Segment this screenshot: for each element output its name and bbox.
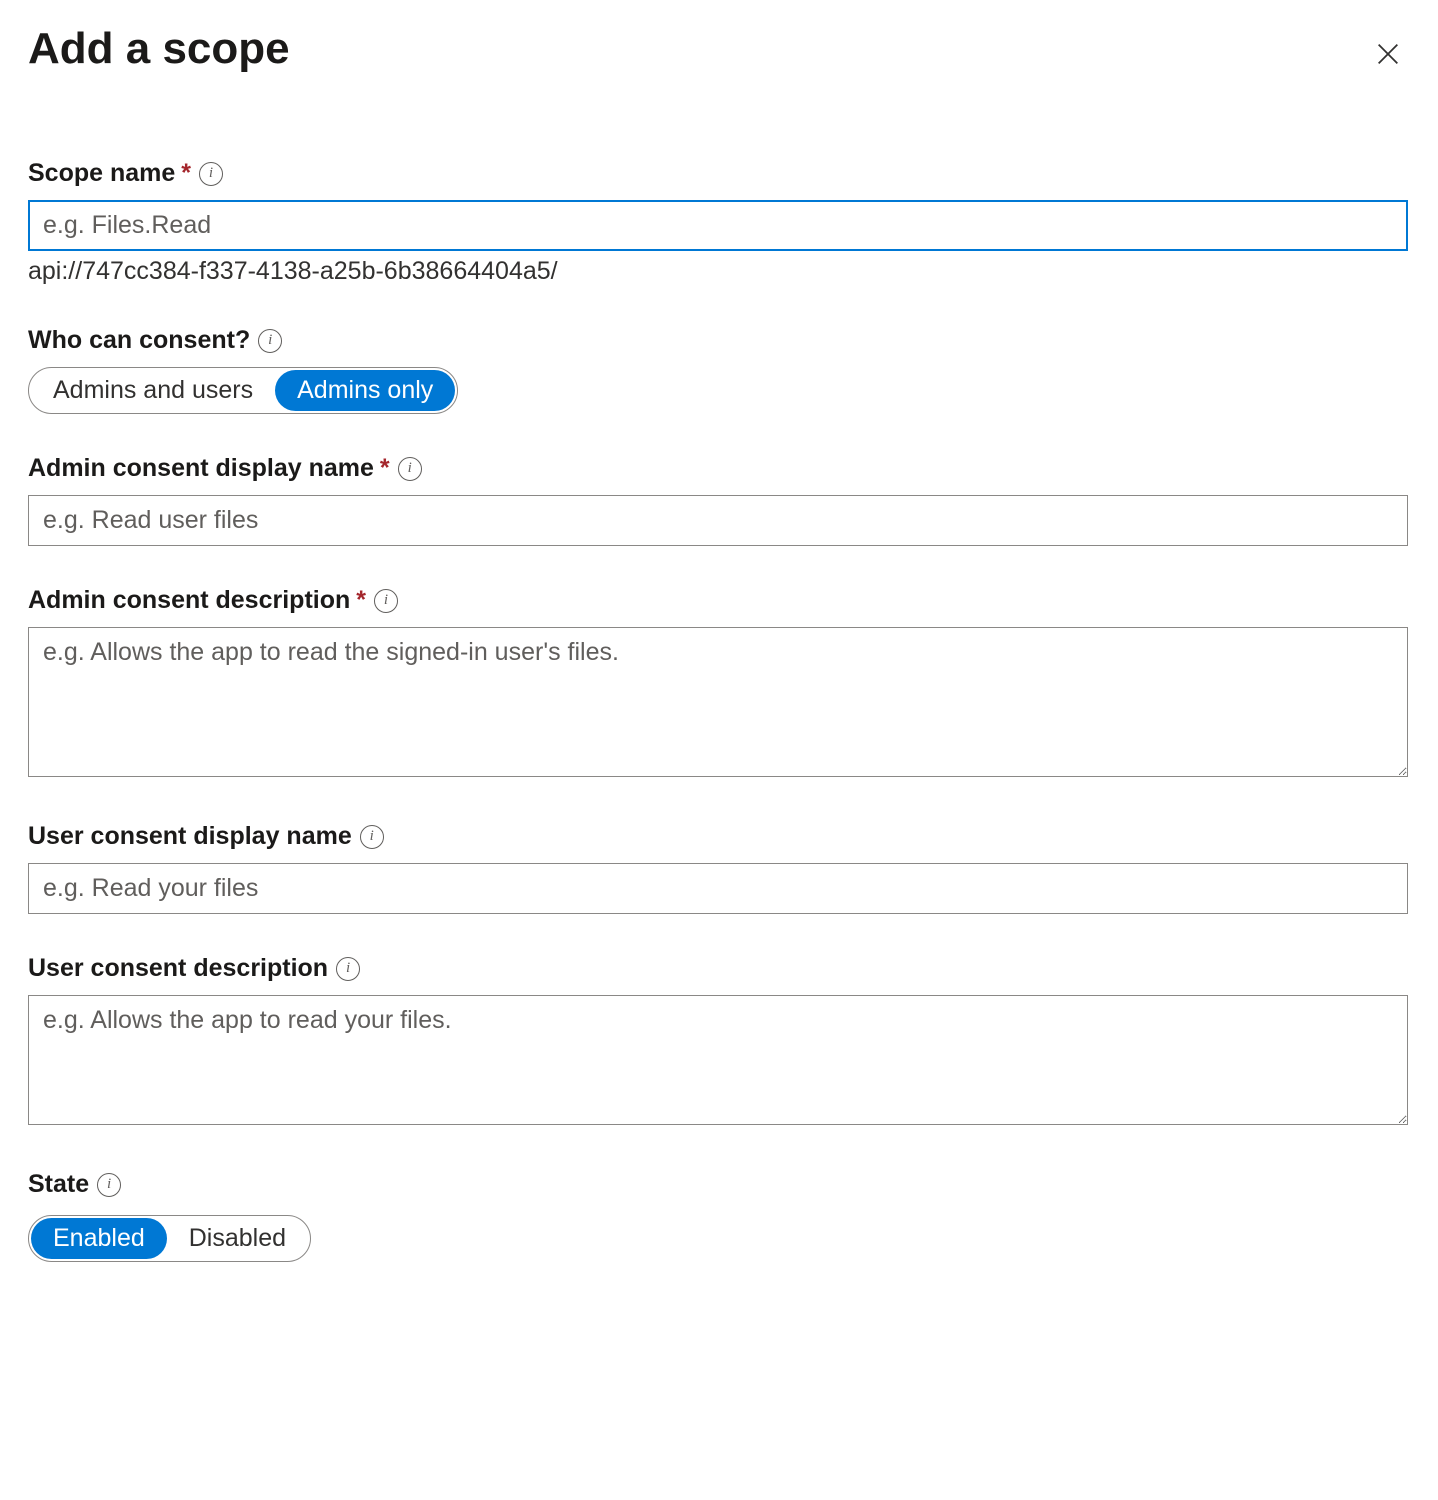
state-option-disabled[interactable]: Disabled <box>167 1218 308 1259</box>
consent-option-admins-only[interactable]: Admins only <box>275 370 455 411</box>
user-consent-description-field: User consent description i <box>28 954 1410 1130</box>
scope-name-field: Scope name * i api://747cc384-f337-4138-… <box>28 159 1410 286</box>
scope-name-helper: api://747cc384-f337-4138-a25b-6b38664404… <box>28 257 1410 286</box>
admin-consent-description-field: Admin consent description * i <box>28 586 1410 782</box>
user-consent-description-label: User consent description i <box>28 954 1410 983</box>
user-consent-display-name-label: User consent display name i <box>28 822 1410 851</box>
consent-option-admins-and-users[interactable]: Admins and users <box>31 370 275 411</box>
scope-name-input[interactable] <box>28 200 1408 251</box>
info-icon[interactable]: i <box>360 825 384 849</box>
required-indicator: * <box>181 159 191 188</box>
admin-consent-description-label: Admin consent description * i <box>28 586 1410 615</box>
panel-header: Add a scope <box>28 24 1410 79</box>
user-consent-description-input[interactable] <box>28 995 1408 1125</box>
user-consent-display-name-input[interactable] <box>28 863 1408 914</box>
info-icon[interactable]: i <box>336 957 360 981</box>
close-button[interactable] <box>1366 32 1410 79</box>
info-icon[interactable]: i <box>374 589 398 613</box>
user-consent-description-label-text: User consent description <box>28 954 328 983</box>
info-icon[interactable]: i <box>398 457 422 481</box>
panel-title: Add a scope <box>28 24 290 74</box>
who-can-consent-field: Who can consent? i Admins and users Admi… <box>28 326 1410 414</box>
admin-consent-description-input[interactable] <box>28 627 1408 777</box>
required-indicator: * <box>380 454 390 483</box>
info-icon[interactable]: i <box>97 1173 121 1197</box>
state-label-text: State <box>28 1170 89 1199</box>
user-consent-display-name-label-text: User consent display name <box>28 822 352 851</box>
info-icon[interactable]: i <box>199 162 223 186</box>
scope-name-label-text: Scope name <box>28 159 175 188</box>
who-can-consent-toggle: Admins and users Admins only <box>28 367 458 414</box>
admin-consent-display-name-input[interactable] <box>28 495 1408 546</box>
who-can-consent-label: Who can consent? i <box>28 326 1410 355</box>
state-option-enabled[interactable]: Enabled <box>31 1218 167 1259</box>
admin-consent-display-name-field: Admin consent display name * i <box>28 454 1410 546</box>
info-icon[interactable]: i <box>258 329 282 353</box>
admin-consent-display-name-label-text: Admin consent display name <box>28 454 374 483</box>
user-consent-display-name-field: User consent display name i <box>28 822 1410 914</box>
admin-consent-description-label-text: Admin consent description <box>28 586 350 615</box>
admin-consent-display-name-label: Admin consent display name * i <box>28 454 1410 483</box>
who-can-consent-label-text: Who can consent? <box>28 326 250 355</box>
required-indicator: * <box>356 586 366 615</box>
close-icon <box>1374 40 1402 68</box>
scope-name-label: Scope name * i <box>28 159 1410 188</box>
state-toggle: Enabled Disabled <box>28 1215 311 1262</box>
state-label: State i <box>28 1170 1410 1199</box>
state-field: State i Enabled Disabled <box>28 1170 1410 1262</box>
